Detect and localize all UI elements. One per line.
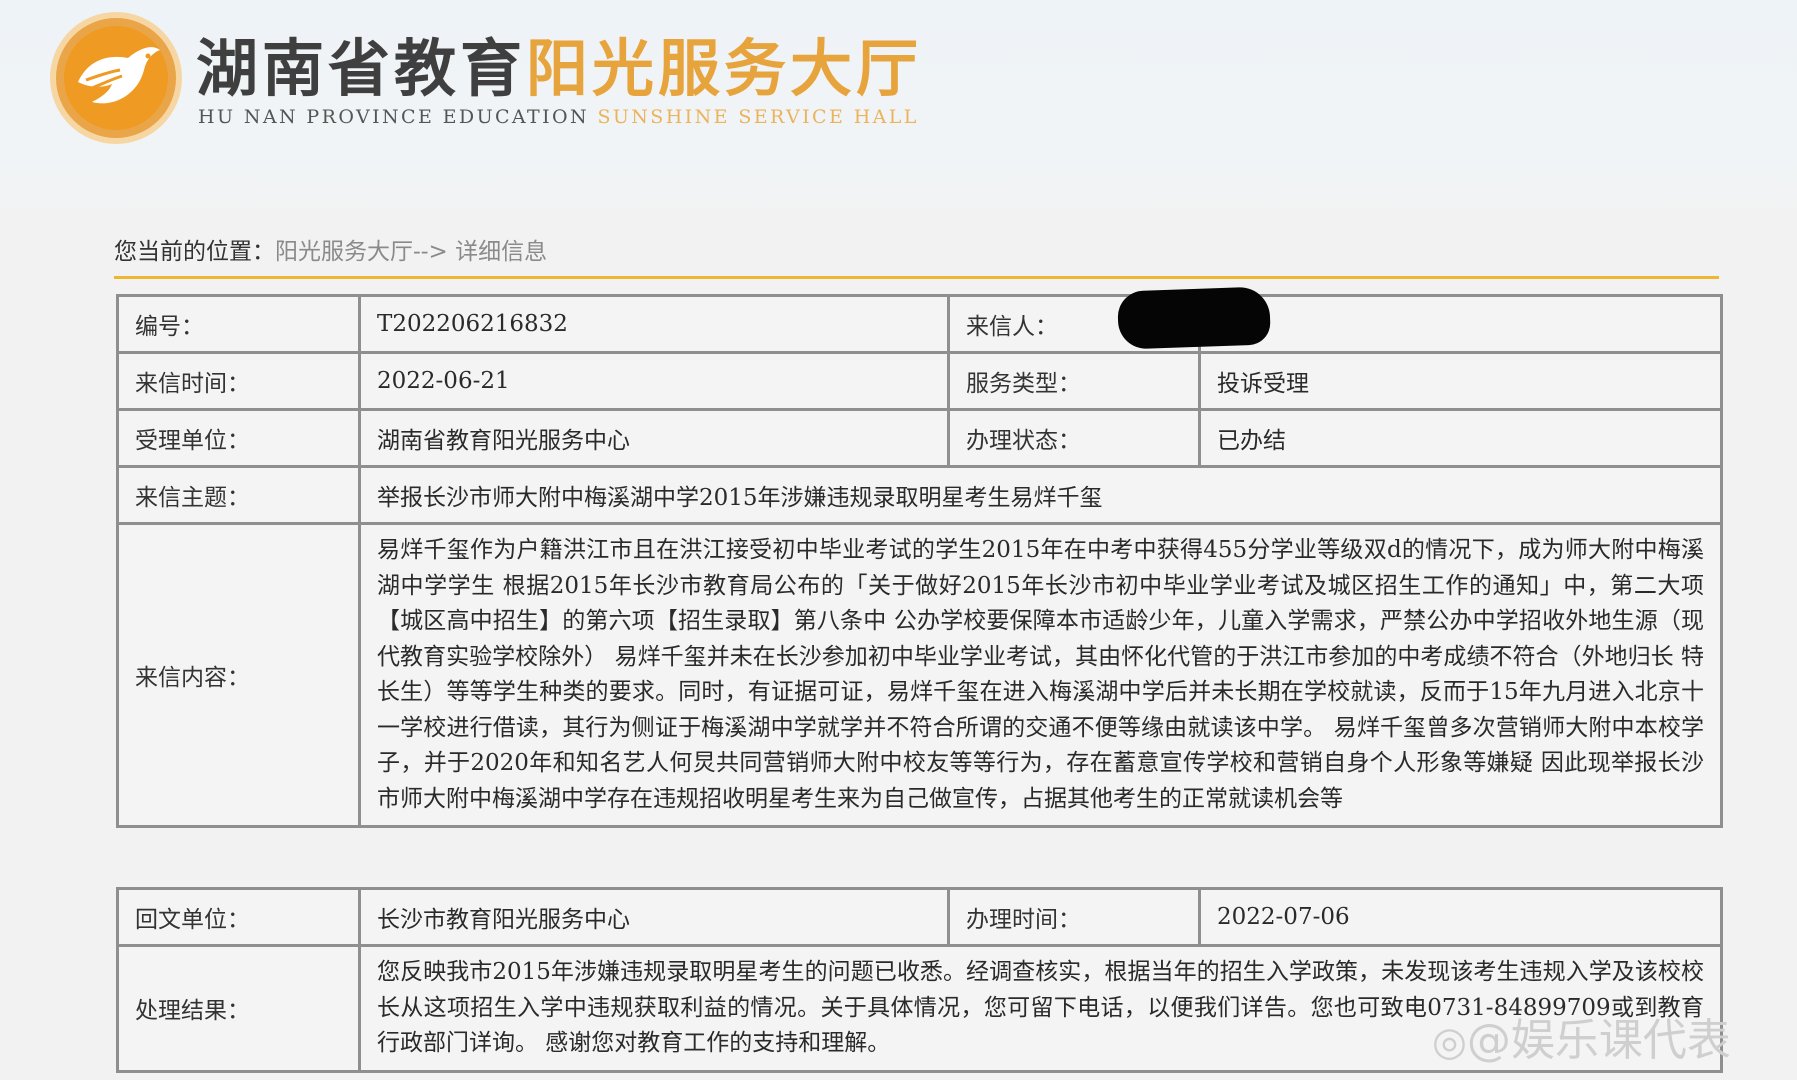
table-row: 来信主题： 举报长沙市师大附中梅溪湖中学2015年涉嫌违规录取明星考生易烊千玺 — [116, 465, 1723, 525]
status-value: 已办结 — [1198, 408, 1723, 468]
number-value: T202206216832 — [358, 294, 950, 354]
reply-unit-label: 回文单位： — [116, 887, 361, 947]
breadcrumb: 您当前的位置：阳光服务大厅--> 详细信息 — [114, 232, 547, 266]
content-value: 易烊千玺作为户籍洪江市且在洪江接受初中毕业考试的学生2015年在中考中获得455… — [358, 522, 1723, 828]
weibo-icon: ◎ — [1432, 1019, 1467, 1065]
table-row: 来信内容： 易烊千玺作为户籍洪江市且在洪江接受初中毕业考试的学生2015年在中考… — [116, 522, 1723, 828]
divider — [114, 276, 1719, 279]
table-row: 编号： T202206216832 来信人： — [116, 294, 1723, 354]
breadcrumb-path-link[interactable]: 阳光服务大厅--> 详细信息 — [275, 239, 547, 265]
site-title-part-b: 阳光服务大厅 — [526, 32, 923, 105]
status-label: 办理状态： — [947, 408, 1201, 468]
subject-label: 来信主题： — [116, 465, 361, 525]
site-title-part-a: 湖南省教育 — [196, 32, 527, 105]
site-header: 湖南省教育阳光服务大厅 HU NAN PROVINCE EDUCATION SU… — [0, 0, 1797, 228]
time-value: 2022-06-21 — [358, 351, 950, 411]
dept-value: 湖南省教育阳光服务中心 — [358, 408, 950, 468]
reply-time-label: 办理时间： — [947, 887, 1201, 947]
service-type-label: 服务类型： — [947, 351, 1201, 411]
service-type-value: 投诉受理 — [1198, 351, 1723, 411]
site-title-en-part-b: SUNSHINE SERVICE HALL — [597, 106, 919, 128]
time-label: 来信时间： — [116, 351, 361, 411]
content-label: 来信内容： — [116, 522, 361, 828]
table-row: 受理单位： 湖南省教育阳光服务中心 办理状态： 已办结 — [116, 408, 1723, 468]
table-row: 来信时间： 2022-06-21 服务类型： 投诉受理 — [116, 351, 1723, 411]
table-row: 回文单位： 长沙市教育阳光服务中心 办理时间： 2022-07-06 — [116, 887, 1723, 947]
breadcrumb-label: 您当前的位置： — [114, 239, 275, 265]
site-title-cn: 湖南省教育阳光服务大厅 — [196, 24, 922, 114]
letter-details-table: 编号： T202206216832 来信人： 来信时间： 2022-06-21 … — [116, 294, 1723, 828]
reply-unit-value: 长沙市教育阳光服务中心 — [358, 887, 950, 947]
subject-value: 举报长沙市师大附中梅溪湖中学2015年涉嫌违规录取明星考生易烊千玺 — [358, 465, 1723, 525]
dept-label: 受理单位： — [116, 408, 361, 468]
bird-emblem-icon[interactable] — [48, 10, 184, 146]
watermark-text: @娱乐课代表 — [1466, 1015, 1731, 1066]
site-title-en: HU NAN PROVINCE EDUCATION SUNSHINE SERVI… — [198, 106, 919, 128]
sender-value — [1198, 294, 1723, 354]
reply-time-value: 2022-07-06 — [1198, 887, 1723, 947]
site-title-en-part-a: HU NAN PROVINCE EDUCATION — [198, 106, 589, 128]
number-label: 编号： — [116, 294, 361, 354]
result-label: 处理结果： — [116, 944, 361, 1073]
redaction-mark — [1117, 286, 1271, 350]
watermark: ◎@娱乐课代表 — [1432, 1004, 1731, 1068]
